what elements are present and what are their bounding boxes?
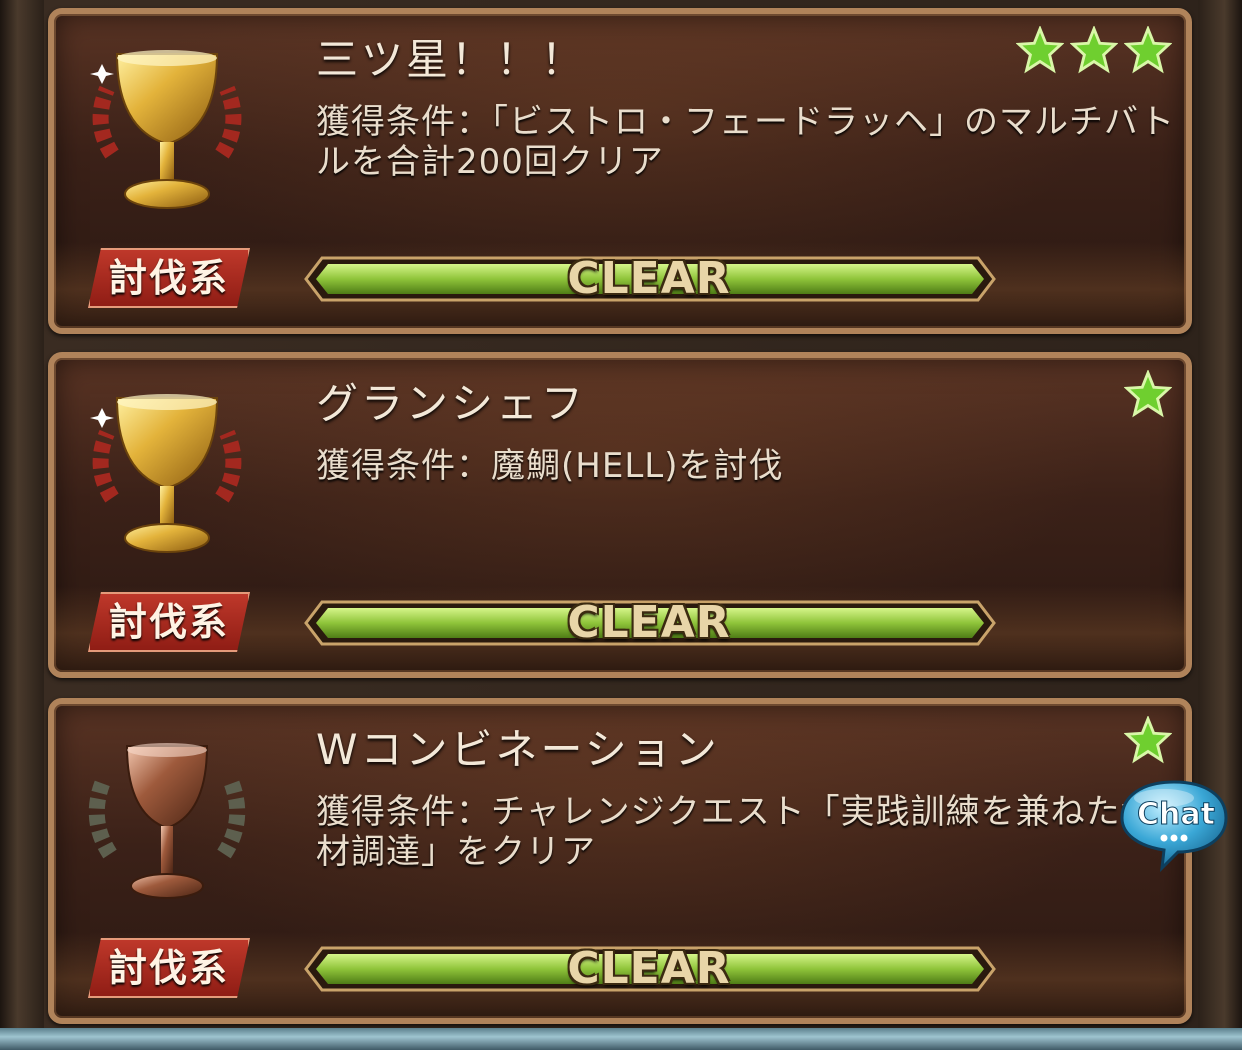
bronze-trophy-icon <box>88 743 246 899</box>
right-frame-rail <box>1198 0 1242 1050</box>
star-rating <box>1016 26 1172 74</box>
gold-trophy-icon <box>90 50 242 209</box>
progress-bar: CLEAR <box>302 600 996 646</box>
star-icon <box>1124 370 1172 418</box>
progress-bar: CLEAR <box>302 256 996 302</box>
star-icon <box>1016 26 1064 74</box>
achievement-card: Wコンビネーション 獲得条件：チャレンジクエスト「実践訓練を兼ねた食材調達」をク… <box>48 698 1192 1024</box>
gold-trophy-icon <box>90 394 242 553</box>
star-rating <box>1124 716 1172 764</box>
progress-bar: CLEAR <box>302 946 996 992</box>
achievement-description: 獲得条件：魔鯛(HELL)を討伐 <box>316 446 784 486</box>
category-badge: 討伐系 <box>88 938 250 998</box>
star-icon <box>1124 716 1172 764</box>
category-badge: 討伐系 <box>88 248 250 308</box>
clear-status-label: CLEAR <box>567 943 731 994</box>
category-badge: 討伐系 <box>88 592 250 652</box>
chat-bubble-icon: Chat <box>1120 780 1228 873</box>
achievement-title: Wコンビネーション <box>316 725 720 774</box>
achievement-description: 獲得条件：チャレンジクエスト「実践訓練を兼ねた食材調達」をクリア <box>316 792 1156 872</box>
achievement-card: 三ツ星！！！ 獲得条件：「ビストロ・フェードラッヘ」のマルチバトルを合計200回… <box>48 8 1192 334</box>
achievement-card: グランシェフ 獲得条件：魔鯛(HELL)を討伐 討伐系 CLEAR <box>48 352 1192 678</box>
star-icon <box>1070 26 1118 74</box>
clear-status-label: CLEAR <box>567 597 731 648</box>
bottom-frame-strip <box>0 1028 1242 1050</box>
chat-label: Chat <box>1137 797 1215 832</box>
achievement-description: 獲得条件：「ビストロ・フェードラッヘ」のマルチバトルを合計200回クリア <box>316 102 1176 182</box>
chat-button[interactable]: Chat <box>1118 776 1230 873</box>
star-rating <box>1124 370 1172 418</box>
achievement-title: グランシェフ <box>316 379 587 428</box>
star-icon <box>1124 26 1172 74</box>
left-frame-rail <box>0 0 44 1050</box>
clear-status-label: CLEAR <box>567 253 731 304</box>
achievement-title: 三ツ星！！！ <box>316 35 587 84</box>
